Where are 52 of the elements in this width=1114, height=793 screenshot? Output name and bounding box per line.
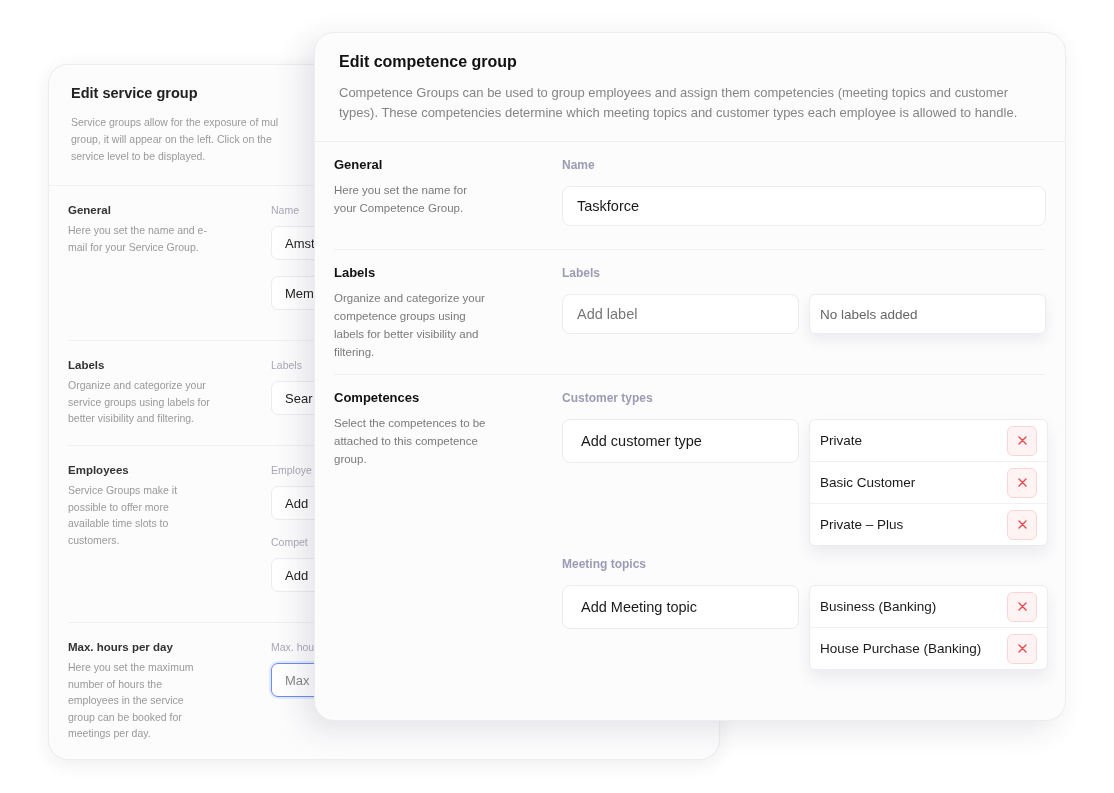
close-icon [1017,436,1027,445]
section-description: Here you set the name for your Competence Group. [334,183,468,216]
close-icon [1017,478,1027,487]
card-title: Edit service group [71,85,199,101]
section-description: Service Groups make it possible to offer more available time slots to customers. [68,483,179,548]
field-label: Labels [271,359,303,371]
section-heading: Employees [68,464,130,476]
field-label: Name [271,204,300,216]
section-heading: General [68,204,112,216]
close-icon [1017,644,1027,653]
remove-button[interactable] [1007,633,1037,664]
section-description: Select the competences to be attached to this competence group. [334,416,487,467]
card-title: Edit competence group [339,53,518,71]
input-field[interactable]: Sear [271,381,315,415]
card-description: Service groups allow for the exposure of mul group, it will appear on the left. Click on the service level to be displayed. [71,115,280,164]
remove-button[interactable] [1007,467,1037,498]
input-field[interactable]: Max [271,663,315,697]
section-heading: General [334,157,384,172]
input-field[interactable]: Add customer type [562,419,799,463]
list-item: Private – Plus [820,517,904,532]
section-heading: Labels [68,359,106,371]
field-label: Labels [562,266,601,280]
remove-button[interactable] [1007,509,1037,540]
close-icon [1017,520,1027,529]
card-description: Competence Groups can be used to group employees and assign them competencies (meeting topics and customer types). These competencies determine which meeting topics and customer types each employee is allowed to handle. [339,84,1019,122]
section-description: Organize and categorize your competence groups using labels for better visibility and filtering. [334,291,486,360]
section-heading: Labels [334,265,377,280]
input-field[interactable]: Amst [271,226,315,260]
field-label: Compet [271,536,309,548]
input-field[interactable]: Taskforce [562,186,1046,226]
list-item: Private [820,433,863,448]
list-item: Business (Banking) [820,599,937,614]
remove-button[interactable] [1007,591,1037,622]
list-item: House Purchase (Banking) [820,641,982,656]
field-label: Customer types [562,391,654,405]
field-label: Max. hou [271,641,315,653]
section-description: Here you set the maximum number of hours the employees in the service group can be booked for meetings per day. [68,660,195,741]
field-label: Name [562,158,596,172]
input-field[interactable]: Add Meeting topic [562,585,799,629]
field-label: Meeting topics [562,557,647,571]
field-label: Employe [271,464,313,476]
input-field[interactable]: Mem [271,276,315,310]
section-description: Organize and categorize your service groups using labels for better visibility and filtering. [68,378,211,426]
list-item: Basic Customer [820,475,916,490]
input-field[interactable]: Add [271,486,315,520]
input-field[interactable]: Add [271,558,315,592]
section-heading: Competences [334,390,421,405]
remove-button[interactable] [1007,425,1037,456]
empty-state-box: No labels added [809,294,1046,334]
close-icon [1017,602,1027,611]
section-description: Here you set the name and e-mail for your Service Group. [68,223,208,255]
section-heading: Max. hours per day [68,641,174,653]
